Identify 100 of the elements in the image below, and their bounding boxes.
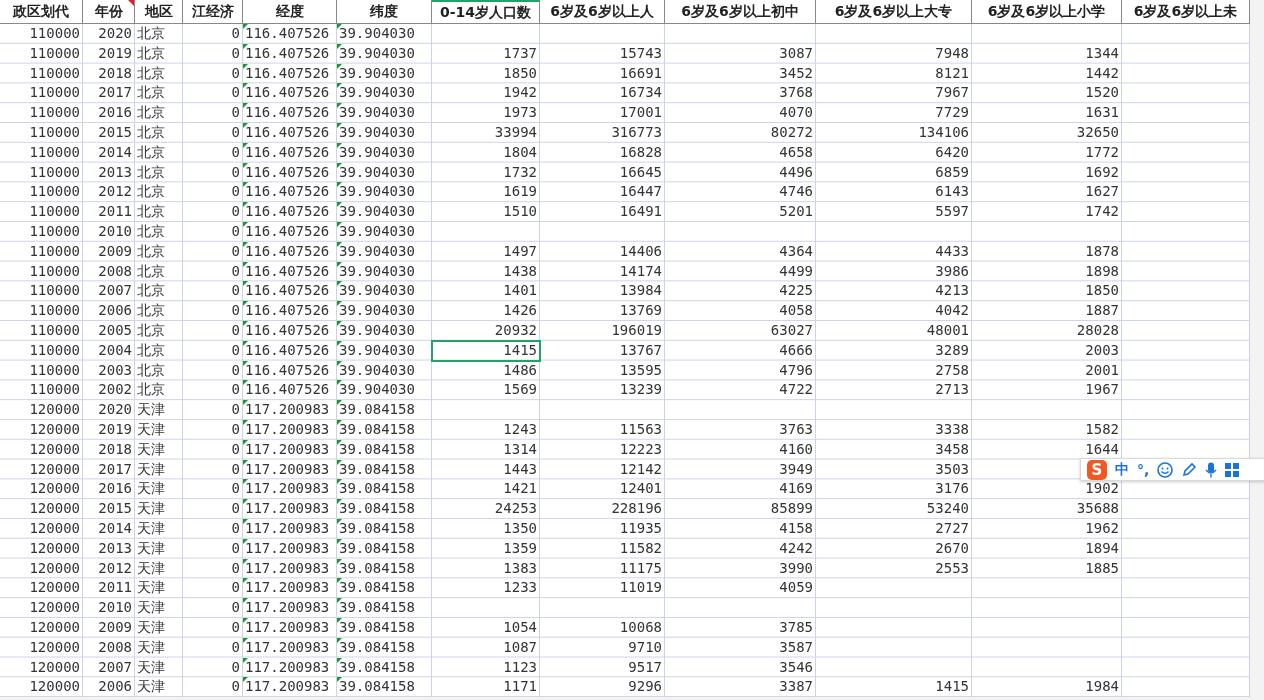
table-cell-text: 39.904030 [337, 162, 416, 182]
table-cell-text: 1314 [502, 439, 538, 459]
table-cell-text: 39.904030 [337, 380, 416, 400]
number-as-text-marker-icon [243, 301, 248, 307]
table-cell-text: 0 [230, 43, 241, 63]
table-cell-text: 120000 [28, 657, 81, 677]
table-cell-text: 11563 [618, 419, 663, 439]
table-cell-text: 2015 [97, 499, 133, 519]
table-cell-text: 1898 [1084, 261, 1120, 281]
ime-mode-toggle[interactable]: 中 [1115, 460, 1129, 479]
table-cell-text: 116.407526 [243, 162, 331, 182]
table-cell-text: 4796 [778, 360, 814, 380]
table-cell-text: 2006 [97, 301, 133, 321]
table-cell-text: 0 [230, 103, 241, 123]
number-as-text-marker-icon [243, 221, 248, 227]
table-cell-text: 120000 [28, 677, 81, 697]
table-cell-text: 6143 [934, 182, 970, 202]
table-cell-text: 北京 [136, 301, 166, 321]
table-cell-text: 110000 [28, 360, 81, 380]
table-cell-text: 2003 [1084, 340, 1120, 360]
ime-logo[interactable]: S [1087, 459, 1107, 480]
table-cell-text: 2016 [97, 479, 133, 499]
table-cell-text: 0 [230, 439, 241, 459]
table-cell-text: 117.200983 [243, 578, 331, 598]
table-cell-text: 1497 [502, 241, 538, 261]
table-cell-text: 39.904030 [337, 261, 416, 281]
microphone-icon[interactable] [1205, 461, 1218, 478]
table-cell-text: 3503 [934, 459, 970, 479]
table-cell-text: 1486 [502, 360, 538, 380]
table-cell-text: 2007 [97, 281, 133, 301]
table-cell-text: 120000 [28, 479, 81, 499]
number-as-text-marker-icon [337, 320, 342, 326]
table-cell-text: 116.407526 [243, 202, 331, 222]
table-cell-text: 1520 [1084, 83, 1120, 103]
column-header: 江经济 [183, 0, 243, 24]
table-cell-text: 4169 [778, 479, 814, 499]
table-cell-text: 116.407526 [243, 360, 331, 380]
table-cell-text: 39.904030 [337, 301, 416, 321]
pen-icon[interactable] [1181, 461, 1198, 478]
table-cell-text: 12223 [618, 439, 663, 459]
table-cell-text: 16734 [618, 83, 663, 103]
number-as-text-marker-icon [243, 479, 248, 485]
number-as-text-marker-icon [243, 123, 248, 128]
table-cell-text: 0 [230, 459, 241, 479]
number-as-text-marker-icon [337, 43, 342, 49]
table-cell-text: 1644 [1084, 439, 1120, 459]
table-cell-text: 12401 [618, 479, 663, 499]
table-cell-text: 0 [230, 241, 241, 261]
table-cell-text: 1087 [502, 637, 538, 657]
table-cell-text: 1742 [1084, 202, 1120, 222]
number-as-text-marker-icon [243, 83, 248, 89]
number-as-text-marker-icon [337, 241, 342, 247]
table-cell-text: 北京 [136, 340, 166, 360]
table-cell-text: 0 [230, 63, 241, 83]
number-as-text-marker-icon [243, 400, 248, 406]
table-cell-text: 2017 [97, 459, 133, 479]
table-cell-text: 110000 [28, 221, 81, 241]
table-cell-text: 110000 [28, 63, 81, 83]
table-cell-text: 0 [230, 221, 241, 241]
table-cell-text: 1984 [1084, 677, 1120, 697]
table-cell-text: 0 [230, 202, 241, 222]
table-cell-text: 0 [230, 499, 241, 519]
table-cell-text: 2010 [97, 221, 133, 241]
table-cell-text: 39.084158 [337, 578, 416, 598]
table-cell-text: 39.084158 [337, 439, 416, 459]
table-cell-text: 39.084158 [337, 657, 416, 677]
table-cell-text: 13767 [618, 340, 663, 360]
table-cell-text: 1692 [1084, 162, 1120, 182]
table-cell-text: 110000 [28, 182, 81, 202]
table-cell-text: 110000 [28, 83, 81, 103]
table-cell-text: 4658 [778, 142, 814, 162]
table-cell-text: 39.084158 [337, 617, 416, 637]
table-cell-text: 0 [230, 142, 241, 162]
table-cell-text: 14406 [618, 241, 663, 261]
table-cell-text: 110000 [28, 142, 81, 162]
number-as-text-marker-icon [337, 578, 342, 584]
table-cell-text: 110000 [28, 162, 81, 182]
table-cell-text: 3087 [778, 43, 814, 63]
table-cell-text: 16645 [618, 162, 663, 182]
table-cell-text: 1627 [1084, 182, 1120, 202]
column-header: 0-14岁人口数 [432, 0, 540, 24]
number-as-text-marker-icon [243, 578, 248, 584]
table-cell-text: 39.084158 [337, 400, 416, 420]
table-cell-text: 1973 [502, 103, 538, 123]
table-cell-text: 117.200983 [243, 518, 331, 538]
table-cell-text: 39.084158 [337, 479, 416, 499]
number-as-text-marker-icon [337, 657, 342, 663]
ime-punctuation-toggle[interactable]: °, [1137, 461, 1150, 478]
table-cell-text: 116.407526 [243, 261, 331, 281]
table-cell-text: 116.407526 [243, 281, 331, 301]
grid-icon[interactable] [1225, 462, 1240, 477]
table-cell-text: 5201 [778, 202, 814, 222]
table-cell-text: 4433 [934, 241, 970, 261]
table-cell-text: 7729 [934, 103, 970, 123]
table-cell-text: 2014 [97, 142, 133, 162]
table-cell-text: 4059 [778, 578, 814, 598]
table-cell-text: 北京 [136, 162, 166, 182]
table-cell-text: 2004 [97, 340, 133, 360]
emoji-icon[interactable] [1157, 461, 1174, 478]
number-as-text-marker-icon [243, 340, 248, 346]
